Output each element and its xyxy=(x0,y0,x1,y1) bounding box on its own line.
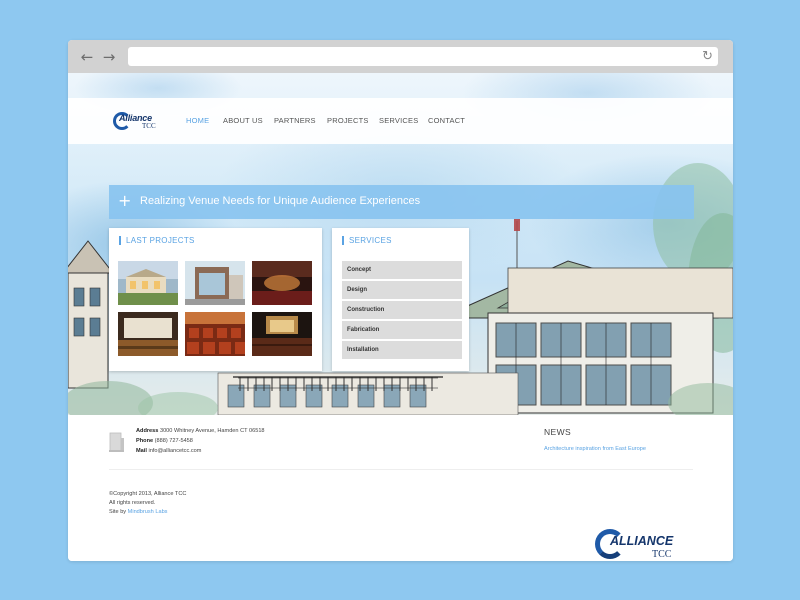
alliance-logo[interactable]: Alliance TCC xyxy=(112,111,162,133)
site-by-label: Site by xyxy=(109,509,127,515)
hero-banner: + Realizing Venue Needs for Unique Audie… xyxy=(109,185,694,219)
service-construction[interactable]: Construction xyxy=(342,301,462,319)
nav-home[interactable]: HOME xyxy=(186,116,209,125)
mail-line: Mail info@alliancetcc.com xyxy=(136,448,201,454)
copyright-text: ©Copyright 2013, Alliance TCC xyxy=(109,491,187,497)
service-design[interactable]: Design xyxy=(342,281,462,299)
last-projects-panel: LAST PROJECTS xyxy=(109,228,322,371)
address-bar[interactable]: ↻ xyxy=(128,47,718,66)
footer-alliance-logo[interactable]: ALLIANCE TCC xyxy=(595,527,685,561)
building-icon xyxy=(109,432,124,452)
address-label: Address xyxy=(136,428,159,434)
nav-services[interactable]: SERVICES xyxy=(379,116,418,125)
address-value: 3000 Whitney Avenue, Hamden CT 06518 xyxy=(159,428,265,434)
services-panel: SERVICES Concept Design Construction Fab… xyxy=(332,228,469,371)
address-line: Address 3000 Whitney Avenue, Hamden CT 0… xyxy=(136,428,265,434)
nav-projects[interactable]: PROJECTS xyxy=(327,116,369,125)
project-thumbnail-6[interactable] xyxy=(252,312,312,356)
project-thumbnail-3[interactable] xyxy=(252,261,312,305)
back-button[interactable]: ← xyxy=(79,49,95,65)
news-title: NEWS xyxy=(544,427,572,437)
site-by-line: Site by Mindbrush Labs xyxy=(109,509,167,515)
project-thumbnail-5[interactable] xyxy=(185,312,245,356)
site-header: Alliance TCC HOME ABOUT US PARTNERS PROJ… xyxy=(68,98,733,144)
nav-partners[interactable]: PARTNERS xyxy=(274,116,316,125)
reload-icon[interactable]: ↻ xyxy=(702,48,713,65)
service-concept[interactable]: Concept xyxy=(342,261,462,279)
arrow-right-icon: → xyxy=(102,48,116,66)
last-projects-title: LAST PROJECTS xyxy=(119,236,195,245)
project-thumbnail-2[interactable] xyxy=(185,261,245,305)
rights-text: All rights reserved. xyxy=(109,500,156,506)
services-title: SERVICES xyxy=(342,236,392,245)
browser-window: ← → ↻ Alliance TCC HOME ABOUT US PARTNER… xyxy=(68,40,733,561)
nav-contact[interactable]: CONTACT xyxy=(428,116,465,125)
site-by-link[interactable]: Mindbrush Labs xyxy=(128,509,168,515)
forward-button[interactable]: → xyxy=(101,49,117,65)
footer-divider xyxy=(109,469,693,470)
logo-sub-text: TCC xyxy=(142,122,156,130)
project-thumbnail-4[interactable] xyxy=(118,312,178,356)
service-installation[interactable]: Installation xyxy=(342,341,462,359)
nav-about-us[interactable]: ABOUT US xyxy=(223,116,263,125)
phone-label: Phone xyxy=(136,438,154,444)
arrow-left-icon: ← xyxy=(80,48,94,66)
phone-value: (888) 727-5458 xyxy=(154,438,193,444)
footer-logo-sub-text: TCC xyxy=(652,549,672,560)
project-thumbnail-1[interactable] xyxy=(118,261,178,305)
hero-tagline: Realizing Venue Needs for Unique Audienc… xyxy=(140,195,421,207)
mail-value[interactable]: info@alliancetcc.com xyxy=(148,448,201,454)
browser-toolbar: ← → ↻ xyxy=(68,40,733,73)
mail-label: Mail xyxy=(136,448,147,454)
page-viewport: Alliance TCC HOME ABOUT US PARTNERS PROJ… xyxy=(68,73,733,561)
service-fabrication[interactable]: Fabrication xyxy=(342,321,462,339)
phone-line: Phone (888) 727-5458 xyxy=(136,438,193,444)
plus-icon[interactable]: + xyxy=(118,193,131,209)
news-item-link[interactable]: Architecture inspiration from East Europ… xyxy=(544,446,646,452)
footer-logo-main-text: ALLIANCE xyxy=(610,534,674,548)
